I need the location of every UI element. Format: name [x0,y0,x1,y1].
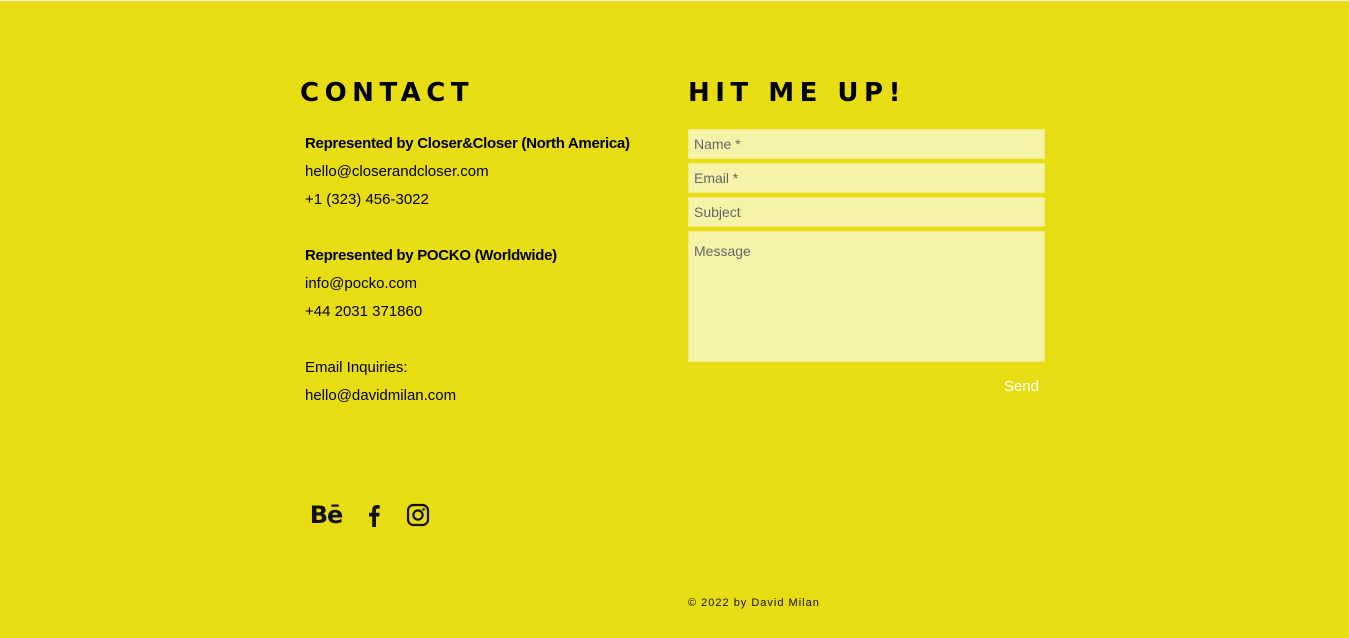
contact-form [688,129,1045,366]
facebook-icon-glyph [369,505,380,527]
instagram-icon-glyph [406,503,430,527]
behance-icon[interactable]: Bē [308,499,344,531]
footer-copyright: © 2022 by David Milan [688,597,820,609]
email-input[interactable] [688,163,1045,193]
rep-worldwide-phone: +44 2031 371860 [305,303,423,320]
social-bar: Bē [308,498,434,532]
inquiries-email-link[interactable]: hello@davidmilan.com [305,382,665,410]
email-inquiries-label: Email Inquiries: [305,359,408,376]
rep-worldwide-email-link[interactable]: info@pocko.com [305,270,665,298]
contact-info: Represented by Closer&Closer (North Amer… [305,130,665,410]
contact-heading: CONTACT [300,78,475,108]
rep-north-america-phone: +1 (323) 456-3022 [305,191,429,208]
form-heading: HIT ME UP! [688,78,906,108]
instagram-icon[interactable] [402,499,434,531]
send-button[interactable]: Send [980,373,1045,399]
facebook-icon[interactable] [358,499,390,531]
message-textarea[interactable] [688,231,1045,362]
subject-input[interactable] [688,197,1045,227]
rep-worldwide-title: Represented by POCKO (Worldwide) [305,247,557,264]
rep-north-america-email-link[interactable]: hello@closerandcloser.com [305,158,665,186]
name-input[interactable] [688,129,1045,159]
rep-north-america-title: Represented by Closer&Closer (North Amer… [305,135,630,152]
top-divider [0,0,1349,1]
